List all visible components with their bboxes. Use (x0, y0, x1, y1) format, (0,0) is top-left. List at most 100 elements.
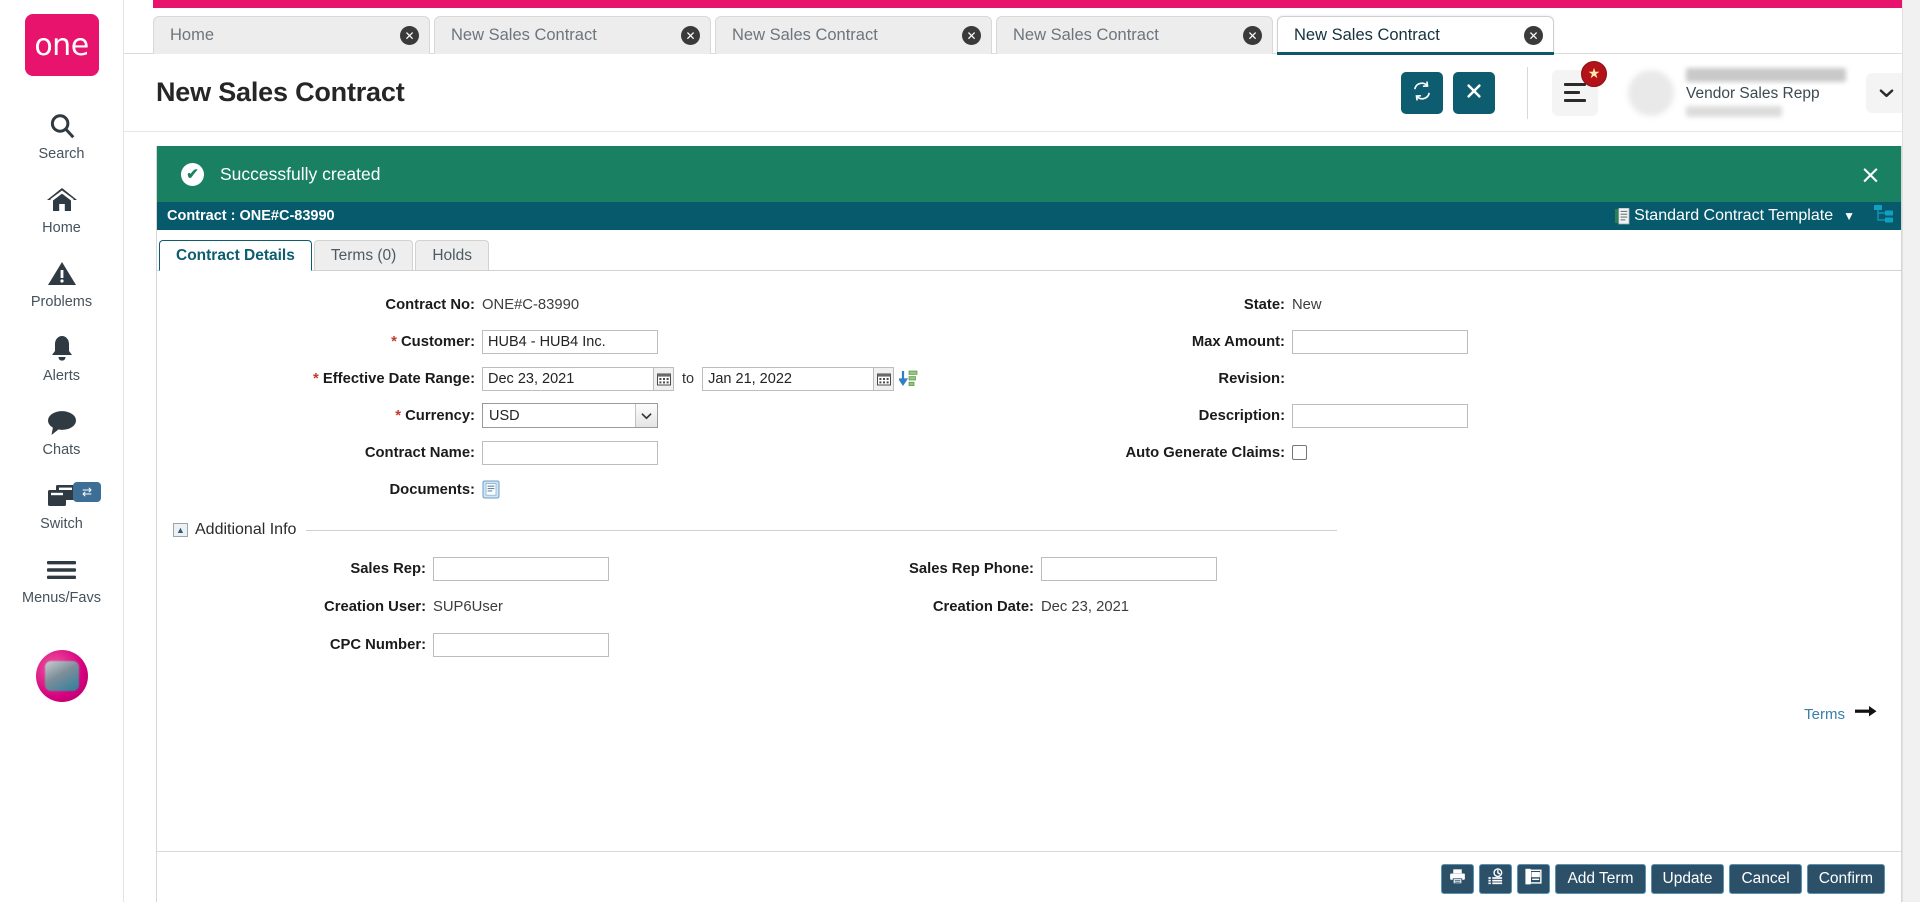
contract-id-bar: Contract : ONE#C-83990 Standard Contract… (157, 202, 1901, 230)
effective-date-range-label: * Effective Date Range: (157, 371, 482, 387)
banner-close-icon[interactable]: × (1860, 162, 1881, 187)
workspace-tab-new-sales-contract-3[interactable]: New Sales Contract ✕ (996, 16, 1273, 54)
workspace-tab-home[interactable]: Home ✕ (153, 16, 430, 54)
creation-date-value: Dec 23, 2021 (1041, 598, 1130, 615)
check-circle-icon: ✔ (181, 162, 204, 186)
form-row-currency-description: * Currency: USD Description: (157, 400, 1901, 431)
close-window-button[interactable] (1453, 71, 1495, 114)
contract-no-value: ONE#C-83990 (482, 296, 580, 313)
cpc-number-label: CPC Number: (329, 636, 426, 653)
add-term-button[interactable]: Add Term (1555, 863, 1646, 894)
max-amount-input[interactable] (1292, 329, 1468, 354)
sidebar-item-switch[interactable]: ⇄ Switch (0, 468, 123, 542)
workspace-tab-new-sales-contract-4-active[interactable]: New Sales Contract ✕ (1277, 16, 1554, 55)
hierarchy-tree-icon[interactable] (1873, 204, 1895, 229)
collapse-toggle-icon[interactable]: ▲ (173, 523, 188, 537)
cancel-button[interactable]: Cancel (1729, 863, 1802, 894)
update-button[interactable]: Update (1650, 863, 1725, 894)
browser-tab-strip: Home ✕ New Sales Contract ✕ New Sales Co… (124, 8, 1920, 55)
tab-label: New Sales Contract (1013, 26, 1159, 44)
close-icon[interactable]: ✕ (681, 26, 700, 45)
star-badge-icon: ★ (1581, 60, 1607, 87)
one-logo[interactable]: one (24, 14, 99, 76)
contract-template-selector[interactable]: Standard Contract Template ▼ (1615, 204, 1901, 229)
sidebar-item-label: Chats (42, 442, 81, 458)
auto-generate-claims-checkbox[interactable] (1292, 445, 1307, 460)
refresh-button[interactable] (1401, 71, 1443, 114)
contract-template-label: Standard Contract Template (1634, 207, 1834, 224)
tab-terms[interactable]: Terms (0) (313, 240, 414, 270)
sales-rep-input[interactable] (433, 556, 609, 581)
history-icon (1487, 867, 1504, 890)
brand-accent-bar (153, 0, 1920, 8)
contract-name-input[interactable] (482, 440, 658, 465)
workspace-tab-new-sales-contract-2[interactable]: New Sales Contract ✕ (715, 16, 992, 54)
effective-date-range-label-text: Effective Date Range: (322, 370, 475, 387)
tab-label: Holds (432, 246, 472, 264)
main-menu-button[interactable]: ★ (1552, 60, 1607, 116)
customer-label: * Customer: (157, 334, 482, 350)
sidebar-item-alerts[interactable]: Alerts (0, 320, 123, 394)
effective-date-from-input[interactable] (482, 366, 654, 391)
form-row-cpc-number: CPC Number: (173, 629, 1337, 660)
tab-label: New Sales Contract (451, 26, 597, 44)
user-menu[interactable]: Vendor Sales Repp (1628, 68, 1850, 117)
banner-message: Successfully created (220, 163, 381, 184)
required-marker: * (312, 370, 319, 387)
form-row-creation: Creation User: SUP6User Creation Date: D… (173, 591, 1337, 622)
left-nav-sidebar: one Search Home Problems Alerts Chats ⇄ … (0, 0, 124, 902)
currency-label: * Currency: (157, 408, 482, 424)
sidebar-item-search[interactable]: Search (0, 98, 123, 172)
cpc-number-input[interactable] (433, 632, 609, 657)
workspace-tab-new-sales-contract-1[interactable]: New Sales Contract ✕ (434, 16, 711, 54)
user-org-redacted (1686, 106, 1782, 117)
history-button[interactable] (1479, 863, 1513, 894)
close-icon (1465, 82, 1483, 103)
arrow-right-icon (1855, 705, 1877, 723)
effective-date-to-input[interactable] (702, 366, 875, 391)
close-icon[interactable]: ✕ (962, 26, 981, 45)
sidebar-item-problems[interactable]: Problems (0, 246, 123, 320)
sidebar-item-label: Search (38, 146, 85, 162)
required-marker: * (391, 333, 397, 350)
calendar-icon-from[interactable] (654, 366, 674, 391)
customer-input[interactable] (482, 329, 658, 354)
form-row-customer-max-amount: * Customer: Max Amount: (157, 326, 1901, 357)
print-button[interactable] (1441, 863, 1475, 894)
tab-label: Home (170, 26, 215, 44)
chevron-down-icon[interactable]: ▼ (1843, 209, 1855, 223)
avatar[interactable] (35, 650, 88, 702)
sidebar-item-chats[interactable]: Chats (0, 394, 123, 468)
switch-toggle-badge-icon[interactable]: ⇄ (73, 482, 101, 502)
creation-user-label: Creation User: (324, 598, 426, 615)
attach-document-icon[interactable] (482, 480, 501, 500)
sales-rep-phone-input[interactable] (1041, 556, 1217, 581)
tab-label: Terms (0) (330, 246, 397, 264)
page-scrollbar[interactable] (1902, 0, 1920, 902)
state-value: New (1292, 296, 1322, 313)
max-amount-label: Max Amount: (1191, 333, 1285, 350)
terms-link-label: Terms (1804, 705, 1845, 723)
tab-holds[interactable]: Holds (415, 240, 489, 270)
sort-descending-icon[interactable] (899, 369, 919, 389)
chevron-down-icon[interactable] (635, 404, 657, 427)
terms-navigation-link[interactable]: Terms (1804, 705, 1877, 723)
description-input[interactable] (1292, 403, 1468, 428)
close-icon[interactable]: ✕ (1243, 26, 1262, 45)
contract-details-form: Contract No: ONE#C-83990 State: New * Cu… (157, 271, 1901, 851)
confirm-button[interactable]: Confirm (1806, 863, 1885, 894)
sidebar-item-label: Menus/Favs (22, 590, 101, 606)
sidebar-item-menus-favs[interactable]: Menus/Favs (0, 542, 123, 616)
user-menu-chevron-down-icon[interactable] (1866, 72, 1906, 113)
currency-select[interactable]: USD (482, 403, 658, 428)
close-icon[interactable]: ✕ (400, 26, 419, 45)
calendar-icon-to[interactable] (874, 366, 895, 391)
copy-button[interactable] (1517, 863, 1551, 894)
description-label: Description: (1198, 407, 1285, 424)
tab-label: Contract Details (176, 246, 295, 264)
close-icon[interactable]: ✕ (1524, 26, 1543, 45)
search-icon (47, 109, 77, 143)
tab-contract-details[interactable]: Contract Details (159, 240, 312, 271)
sidebar-item-home[interactable]: Home (0, 172, 123, 246)
contract-name-label: Contract Name: (364, 444, 475, 461)
